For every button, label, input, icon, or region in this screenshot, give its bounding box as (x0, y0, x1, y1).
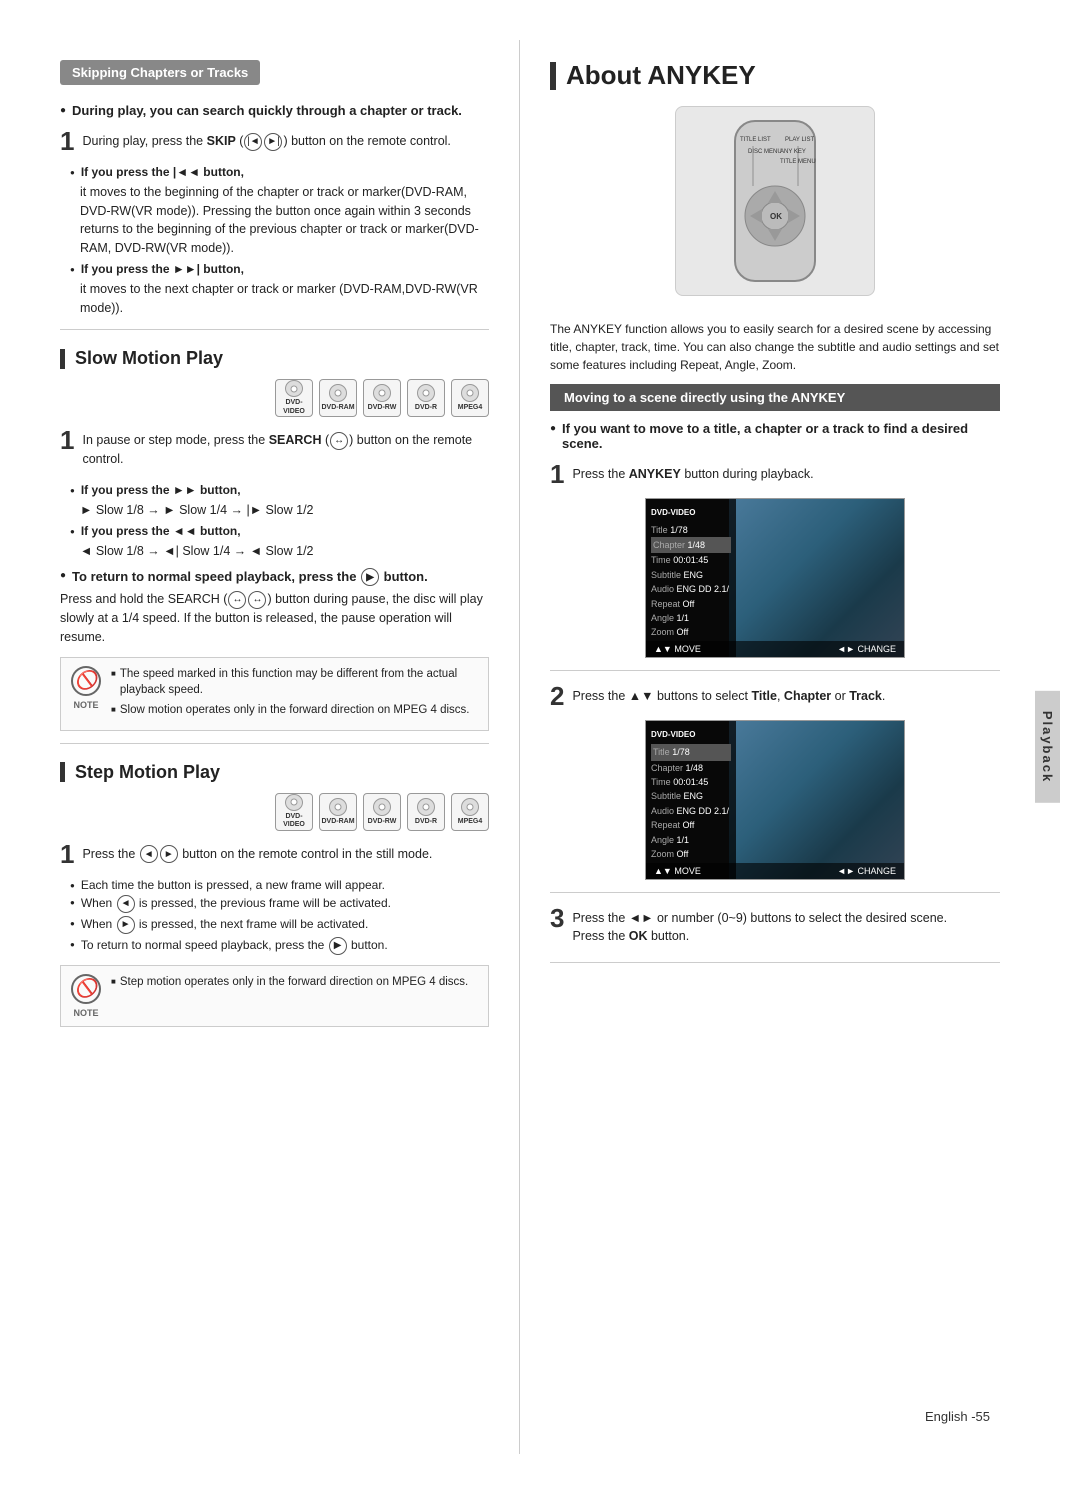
step-motion-step1: 1 Press the ◄► button on the remote cont… (60, 841, 489, 868)
skipping-header: Skipping Chapters or Tracks (60, 60, 260, 85)
step-motion-section: Step Motion Play DVD-VIDEO DVD-RAM DVD-R… (60, 762, 489, 1027)
anykey-section: About ANYKEY TITLE LIST PLAY LIST DISC M… (550, 60, 1000, 963)
step-motion-note: 🚫 NOTE Step motion operates only in the … (60, 965, 489, 1027)
step-note-icon: 🚫 (71, 974, 101, 1004)
disc-dvd-ram: DVD-RAM (319, 379, 357, 417)
step-note-item-1: Step motion operates only in the forward… (111, 974, 478, 990)
disc-dvd-rw: DVD-RW (363, 379, 401, 417)
play-icon: ▶ (361, 568, 379, 586)
slow-fwd-header: If you press the ►► button, (70, 483, 489, 497)
playback-side-tab: Playback (1035, 691, 1060, 803)
skipping-section: Skipping Chapters or Tracks During play,… (60, 60, 489, 317)
step-play-btn: ▶ (329, 937, 347, 955)
if-press-fwd-header: If you press the ►►| button, (70, 262, 489, 276)
if-press-back-header: If you press the |◄◄ button, (70, 165, 489, 179)
slow-fwd-text: ► Slow 1/8 → ► Slow 1/4 → |► Slow 1/2 (80, 501, 489, 520)
step-note-icon-wrap: 🚫 NOTE (71, 974, 101, 1018)
if-press-fwd-text: it moves to the next chapter or track or… (80, 280, 489, 318)
anykey-para: The ANYKEY function allows you to easily… (550, 320, 1000, 374)
page-number: English -55 (925, 1409, 990, 1424)
skip-fwd-icon: ►| (264, 133, 282, 151)
screen1-footer: ▲▼ MOVE ◄► CHANGE (646, 641, 904, 657)
moving-header: Moving to a scene directly using the ANY… (550, 384, 1000, 411)
svg-text:PLAY LIST: PLAY LIST (785, 137, 814, 143)
step-btn-fwd: ► (117, 916, 135, 934)
slow-motion-title: Slow Motion Play (60, 348, 489, 369)
step-disc-dvd-r: DVD-R (407, 793, 445, 831)
remote-diagram: TITLE LIST PLAY LIST DISC MENU TITLE MEN… (675, 106, 875, 296)
slow-back-text: ◄ Slow 1/8 → ◄| Slow 1/4 → ◄ Slow 1/2 (80, 542, 489, 561)
step-bullet3: When ► is pressed, the next frame will b… (70, 916, 489, 934)
if-press-back-text: it moves to the beginning of the chapter… (80, 183, 489, 258)
step-note-label: NOTE (73, 1008, 98, 1018)
note-label: NOTE (73, 700, 98, 710)
note-item-1: The speed marked in this function may be… (111, 666, 478, 698)
overlay-panel-2: DVD-VIDEO Title 1/78 Chapter 1/48 Time 0… (646, 721, 736, 879)
anykey-step2: 2 Press the ▲▼ buttons to select Title, … (550, 683, 1000, 710)
search-fwd-icon: ↔ (330, 432, 348, 450)
skipping-step1: 1 During play, press the SKIP (|◄►|) but… (60, 128, 489, 155)
right-column: About ANYKEY TITLE LIST PLAY LIST DISC M… (520, 40, 1060, 1454)
step-motion-bar (60, 762, 65, 782)
slow-motion-note: 🚫 NOTE The speed marked in this function… (60, 657, 489, 731)
search-sym-2: ↔ (248, 591, 266, 609)
step-disc-dvd-ram: DVD-RAM (319, 793, 357, 831)
note-icon-wrap: 🚫 NOTE (71, 666, 101, 722)
step-disc-dvd-video: DVD-VIDEO (275, 793, 313, 831)
svg-text:OK: OK (770, 212, 782, 221)
slow-motion-step1: 1 In pause or step mode, press the SEARC… (60, 427, 489, 473)
bird-background-2 (729, 721, 904, 879)
step-bullet2: When ◄ is pressed, the previous frame wi… (70, 895, 489, 913)
step-back-sym: ◄ (140, 845, 158, 863)
step-motion-title: Step Motion Play (60, 762, 489, 783)
step-disc-mpeg4: MPEG4 (451, 793, 489, 831)
slow-motion-section: Slow Motion Play DVD-VIDEO DVD-RAM DVD-R… (60, 348, 489, 731)
step-disc-dvd-rw: DVD-RW (363, 793, 401, 831)
anykey-screen-2: DVD-VIDEO Title 1/78 Chapter 1/48 Time 0… (645, 720, 905, 880)
disc-icons-row: DVD-VIDEO DVD-RAM DVD-RW DVD-R MPEG4 (60, 379, 489, 417)
step-btn-back: ◄ (117, 895, 135, 913)
slow-return-header: To return to normal speed playback, pres… (60, 568, 489, 586)
step-bullet4: To return to normal speed playback, pres… (70, 937, 489, 955)
moving-bullet: If you want to move to a title, a chapte… (550, 421, 1000, 451)
skipping-bullet1: During play, you can search quickly thro… (60, 103, 489, 118)
svg-text:TITLE LIST: TITLE LIST (740, 137, 771, 143)
note-items: The speed marked in this function may be… (111, 666, 478, 722)
svg-text:ANY KEY: ANY KEY (780, 149, 806, 155)
note-icon: 🚫 (71, 666, 101, 696)
anykey-screen-1: DVD-VIDEO Title 1/78 Chapter 1/48 Time 0… (645, 498, 905, 658)
anykey-title: About ANYKEY (550, 60, 1000, 91)
anykey-step3: 3 Press the ◄► or number (0~9) buttons t… (550, 905, 1000, 951)
disc-dvd-video: DVD-VIDEO (275, 379, 313, 417)
anykey-title-bar (550, 62, 556, 90)
skip-back-icon: |◄ (244, 133, 262, 151)
note-item-2: Slow motion operates only in the forward… (111, 702, 478, 718)
disc-dvd-r: DVD-R (407, 379, 445, 417)
slow-motion-para: Press and hold the SEARCH (↔↔) button du… (60, 590, 489, 646)
search-sym-1: ↔ (228, 591, 246, 609)
step-fwd-sym: ► (160, 845, 178, 863)
bird-background-1 (729, 499, 904, 657)
disc-mpeg4: MPEG4 (451, 379, 489, 417)
slow-motion-bar (60, 349, 65, 369)
anykey-step1: 1 Press the ANYKEY button during playbac… (550, 461, 1000, 488)
slow-back-header: If you press the ◄◄ button, (70, 524, 489, 538)
step-note-items: Step motion operates only in the forward… (111, 974, 478, 1018)
left-column: Skipping Chapters or Tracks During play,… (0, 40, 520, 1454)
step-disc-icons-row: DVD-VIDEO DVD-RAM DVD-RW DVD-R MPEG4 (60, 793, 489, 831)
remote-svg: TITLE LIST PLAY LIST DISC MENU TITLE MEN… (685, 111, 865, 291)
screen2-footer: ▲▼ MOVE ◄► CHANGE (646, 863, 904, 879)
step-bullet1: Each time the button is pressed, a new f… (70, 878, 489, 892)
overlay-panel-1: DVD-VIDEO Title 1/78 Chapter 1/48 Time 0… (646, 499, 736, 657)
